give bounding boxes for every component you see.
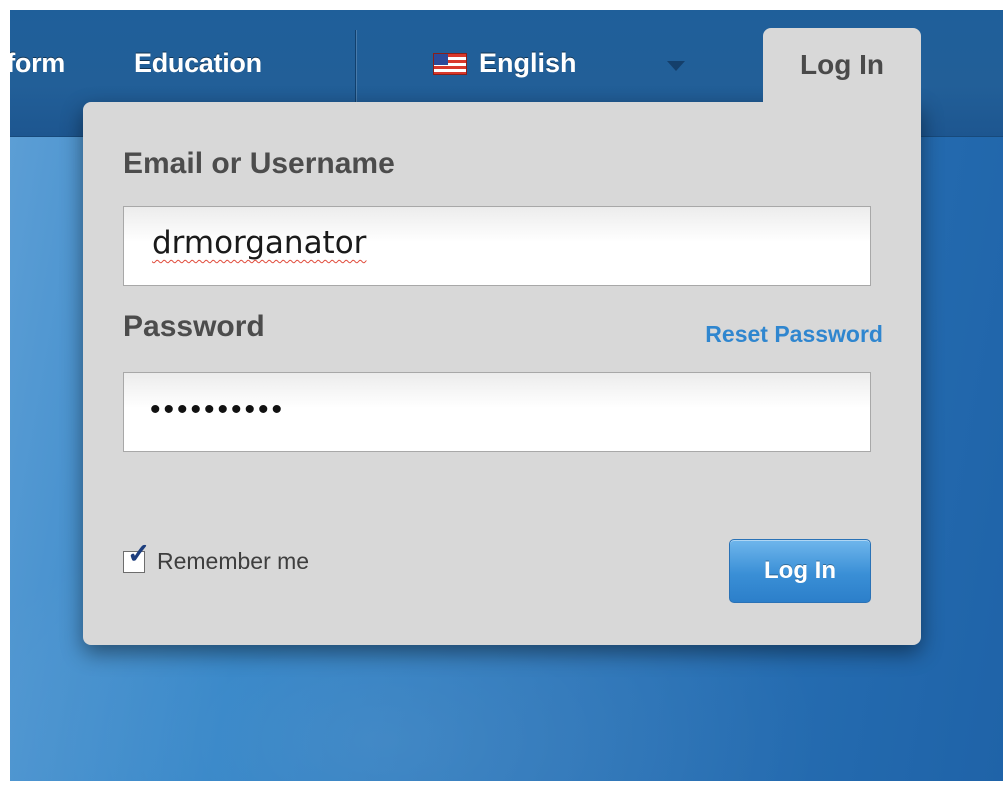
password-field[interactable]: •••••••••• <box>123 372 871 452</box>
checkmark-icon: ✓ <box>127 537 151 569</box>
us-flag-icon <box>433 52 467 75</box>
reset-password-link[interactable]: Reset Password <box>705 321 883 348</box>
nav-item-education[interactable]: Education <box>134 48 262 79</box>
remember-me-row: ✓ Remember me <box>123 539 309 575</box>
remember-me-label[interactable]: Remember me <box>157 548 309 575</box>
password-mask: •••••••••• <box>150 393 286 426</box>
language-selector[interactable]: English <box>433 48 577 79</box>
page-background: Platform Education English Log In Email … <box>10 10 1003 781</box>
email-label: Email or Username <box>123 147 395 180</box>
login-dropdown-panel: Email or Username drmorganator Password … <box>83 102 921 645</box>
login-tab[interactable]: Log In <box>763 28 921 124</box>
login-submit-button[interactable]: Log In <box>729 539 871 603</box>
caret-down-icon[interactable] <box>667 61 685 71</box>
nav-item-platform-label: Platform <box>10 48 65 78</box>
nav-divider <box>355 30 356 102</box>
remember-me-checkbox[interactable]: ✓ <box>123 539 150 573</box>
email-field[interactable]: drmorganator <box>123 206 871 286</box>
email-value: drmorganator <box>152 225 367 261</box>
nav-item-platform[interactable]: Platform <box>10 48 65 79</box>
language-label: English <box>479 48 577 78</box>
password-label: Password <box>123 310 265 343</box>
